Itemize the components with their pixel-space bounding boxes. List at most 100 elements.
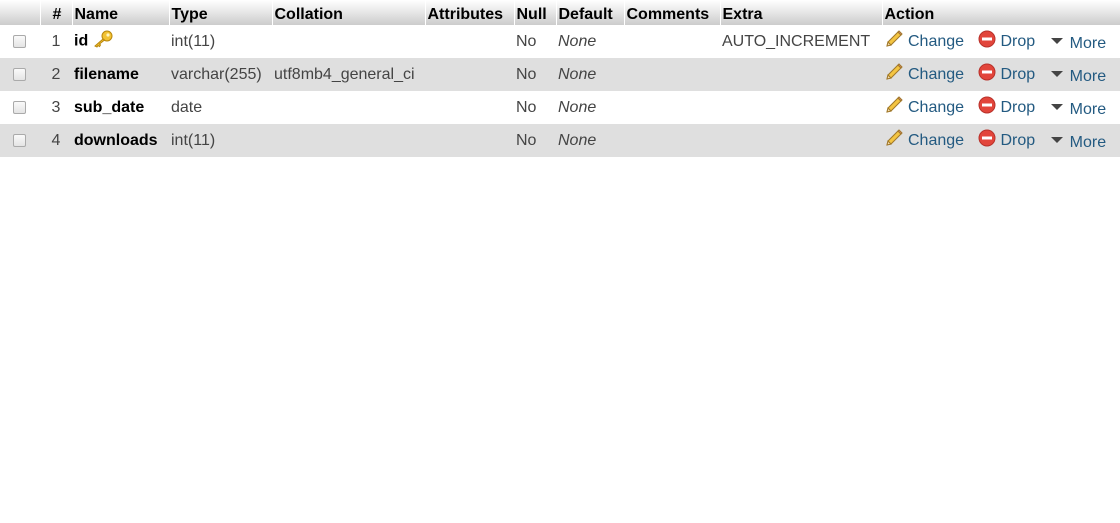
null-cell: No xyxy=(516,98,537,116)
row-num: 2 xyxy=(51,65,61,83)
column-name: filename xyxy=(74,65,139,83)
change-label: Change xyxy=(908,65,965,83)
collation-cell xyxy=(272,25,425,58)
table-row[interactable]: 3 sub_date date No None Change Drop More xyxy=(0,91,1120,124)
row-checkbox[interactable] xyxy=(13,100,26,114)
more-button[interactable]: More xyxy=(1048,34,1106,53)
row-select-cell xyxy=(0,25,40,58)
table-row[interactable]: 1 id int(11) No None AUTO_INCREMENT Chan… xyxy=(0,25,1120,58)
row-checkbox[interactable] xyxy=(13,34,26,48)
column-name-cell: filename xyxy=(72,58,169,91)
type-cell: int(11) xyxy=(171,32,216,50)
type-cell: int(11) xyxy=(171,131,216,149)
action-cell: Change Drop More xyxy=(882,91,1120,124)
drop-icon xyxy=(977,129,1001,152)
default-cell: None xyxy=(558,131,597,149)
more-label: More xyxy=(1069,133,1107,151)
row-checkbox[interactable] xyxy=(13,67,26,81)
change-label: Change xyxy=(908,32,965,50)
column-name: sub_date xyxy=(74,98,145,116)
drop-button[interactable]: Drop xyxy=(977,96,1036,119)
row-num: 1 xyxy=(51,32,61,50)
primary-key-icon xyxy=(92,30,114,53)
extra-cell xyxy=(720,91,882,124)
drop-icon xyxy=(977,30,1001,53)
collation-cell: utf8mb4_general_ci xyxy=(274,65,415,83)
action-cell: Change Drop More xyxy=(882,25,1120,58)
change-button[interactable]: Change xyxy=(884,129,964,152)
header-comments[interactable]: Comments xyxy=(624,0,721,25)
null-cell: No xyxy=(516,32,537,50)
more-label: More xyxy=(1069,67,1107,85)
collation-cell xyxy=(272,124,425,157)
drop-button[interactable]: Drop xyxy=(977,129,1036,152)
change-label: Change xyxy=(908,131,965,149)
pencil-icon xyxy=(884,96,908,119)
row-checkbox[interactable] xyxy=(13,133,26,147)
type-cell: varchar(255) xyxy=(171,65,262,83)
drop-icon xyxy=(977,63,1001,86)
type-cell: date xyxy=(171,98,203,116)
row-num: 3 xyxy=(51,98,61,116)
drop-button[interactable]: Drop xyxy=(977,30,1036,53)
row-num: 4 xyxy=(51,131,61,149)
table-structure: # Name Type Collation Attributes Null De… xyxy=(0,0,1120,157)
pencil-icon xyxy=(884,30,908,53)
comments-cell xyxy=(624,58,720,91)
table-row[interactable]: 4 downloads int(11) No None Change Drop … xyxy=(0,124,1120,157)
table-row[interactable]: 2 filename varchar(255) utf8mb4_general_… xyxy=(0,58,1120,91)
drop-button[interactable]: Drop xyxy=(977,63,1035,86)
default-cell: None xyxy=(558,32,597,50)
drop-icon xyxy=(977,96,1001,119)
header-attributes[interactable]: Attributes xyxy=(425,0,515,25)
default-cell: None xyxy=(558,98,597,116)
null-cell: No xyxy=(516,131,537,149)
drop-label: Drop xyxy=(1000,131,1036,149)
header-row: # Name Type Collation Attributes Null De… xyxy=(0,0,1120,25)
header-num[interactable]: # xyxy=(40,0,73,25)
extra-cell: AUTO_INCREMENT xyxy=(722,32,871,50)
row-select-cell xyxy=(0,124,40,157)
column-name-cell: id xyxy=(72,25,169,58)
extra-cell xyxy=(720,58,882,91)
drop-label: Drop xyxy=(1000,98,1036,116)
attributes-cell xyxy=(425,58,514,91)
more-label: More xyxy=(1069,34,1107,52)
change-label: Change xyxy=(908,98,965,116)
column-name-cell: downloads xyxy=(72,124,169,157)
header-type[interactable]: Type xyxy=(169,0,273,25)
row-select-cell xyxy=(0,58,40,91)
more-button[interactable]: More xyxy=(1048,100,1106,119)
action-cell: Change Drop More xyxy=(882,124,1120,157)
attributes-cell xyxy=(425,124,514,157)
header-name[interactable]: Name xyxy=(72,0,170,25)
caret-down-icon xyxy=(1048,133,1070,152)
drop-label: Drop xyxy=(1000,32,1036,50)
change-button[interactable]: Change xyxy=(884,30,964,53)
more-button[interactable]: More xyxy=(1048,133,1106,152)
default-cell: None xyxy=(558,65,597,83)
more-button[interactable]: More xyxy=(1048,67,1106,86)
action-cell: Change Drop More xyxy=(882,58,1120,91)
caret-down-icon xyxy=(1048,67,1070,86)
caret-down-icon xyxy=(1048,34,1070,53)
column-name: id xyxy=(74,32,89,50)
comments-cell xyxy=(624,25,720,58)
null-cell: No xyxy=(516,65,537,83)
header-checkbox xyxy=(0,0,41,25)
change-button[interactable]: Change xyxy=(884,63,964,86)
row-select-cell xyxy=(0,91,40,124)
header-default[interactable]: Default xyxy=(556,0,625,25)
attributes-cell xyxy=(425,25,514,58)
extra-cell xyxy=(720,124,882,157)
attributes-cell xyxy=(425,91,514,124)
collation-cell xyxy=(272,91,425,124)
header-extra[interactable]: Extra xyxy=(720,0,883,25)
header-null[interactable]: Null xyxy=(514,0,557,25)
more-label: More xyxy=(1069,100,1107,118)
column-name-cell: sub_date xyxy=(72,91,169,124)
header-collation[interactable]: Collation xyxy=(272,0,426,25)
column-name: downloads xyxy=(74,131,158,149)
header-action: Action xyxy=(882,0,1120,25)
change-button[interactable]: Change xyxy=(884,96,964,119)
